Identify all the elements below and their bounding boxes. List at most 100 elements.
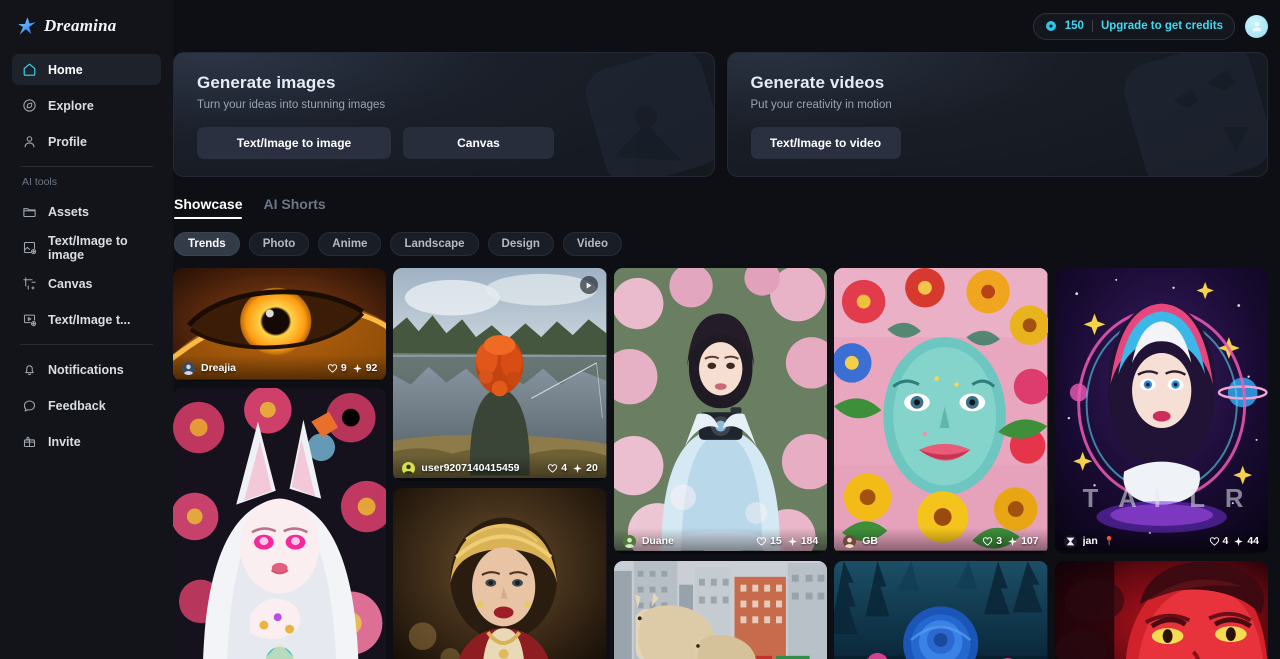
sidebar-item-explore[interactable]: Explore xyxy=(12,90,161,121)
tile-username[interactable]: user9207140415459 xyxy=(421,462,519,474)
sparks-stat[interactable]: 44 xyxy=(1233,535,1259,547)
section-tabs: Showcase AI Shorts xyxy=(173,196,1268,219)
sidebar-item-invite[interactable]: Invite xyxy=(12,426,161,457)
showcase-gallery: Dreajia 9 92 user9207140415459 4 20 Duan… xyxy=(173,268,1268,659)
blue-rose-forest-artwork xyxy=(834,561,1048,659)
likes-stat[interactable]: 4 xyxy=(547,462,567,474)
likes-stat[interactable]: 15 xyxy=(756,535,782,547)
video-plus-icon xyxy=(23,314,37,327)
sidebar-group-label: AI tools xyxy=(22,176,58,188)
camera-girl-peonies-artwork xyxy=(613,268,828,551)
avatar xyxy=(402,461,416,475)
renaissance-woman-artwork xyxy=(393,488,607,659)
sidebar-item-label: Feedback xyxy=(48,398,106,413)
play-video-button[interactable] xyxy=(579,276,598,294)
upgrade-credits-link[interactable]: Upgrade to get credits xyxy=(1101,20,1223,32)
tile-footer: user9207140415459 4 20 xyxy=(393,455,607,481)
tile-username[interactable]: GB xyxy=(862,535,878,547)
gallery-tile-blue-rose-forest[interactable] xyxy=(834,561,1048,659)
likes-stat[interactable]: 3 xyxy=(982,535,1002,547)
lake-red-hair-artwork xyxy=(393,268,607,479)
sidebar-item-assets[interactable]: Assets xyxy=(12,196,161,227)
sparks-count: 107 xyxy=(1021,535,1039,547)
likes-count: 3 xyxy=(996,535,1003,547)
sidebar-item-profile[interactable]: Profile xyxy=(12,126,161,157)
heart-icon xyxy=(327,363,337,373)
video-decoration-icon xyxy=(1124,53,1268,176)
chip-photo[interactable]: Photo xyxy=(248,232,310,256)
text-image-to-image-button[interactable]: Text/Image to image xyxy=(197,127,391,159)
gallery-column: TAILR jan 📍 4 44 xyxy=(1054,268,1268,659)
sidebar-item-label: Assets xyxy=(48,204,89,219)
gallery-tile-golden-eye[interactable]: Dreajia 9 92 xyxy=(173,268,387,381)
svg-text:L: L xyxy=(1189,485,1205,513)
sparks-count: 92 xyxy=(365,362,378,374)
red-demon-artwork xyxy=(1054,561,1268,659)
text-image-to-video-button[interactable]: Text/Image to video xyxy=(750,127,901,159)
sidebar-item-notifications[interactable]: Notifications xyxy=(12,354,161,385)
sparks-count: 44 xyxy=(1247,535,1260,547)
sidebar-item-label: Text/Image t... xyxy=(48,312,131,327)
chip-video[interactable]: Video xyxy=(562,232,622,256)
sparks-stat[interactable]: 184 xyxy=(787,535,819,547)
tile-username[interactable]: Dreajia xyxy=(201,362,236,374)
image-plus-icon xyxy=(23,241,37,255)
bell-icon xyxy=(25,365,34,376)
svg-text:T: T xyxy=(1082,485,1098,513)
chip-design[interactable]: Design xyxy=(487,232,554,256)
main-area: 150 Upgrade to get credits Generate imag… xyxy=(173,0,1280,659)
sidebar-item-label: Explore xyxy=(48,98,94,113)
gallery-tile-neon-girl-space[interactable]: TAILR jan 📍 4 44 xyxy=(1054,268,1268,554)
svg-text:I: I xyxy=(1153,485,1160,513)
gallery-tile-lake-red-hair[interactable]: user9207140415459 4 20 xyxy=(393,268,607,481)
chip-trends[interactable]: Trends xyxy=(174,232,240,256)
sidebar-item-canvas[interactable]: Canvas xyxy=(12,268,161,299)
tile-username[interactable]: jan xyxy=(1083,535,1098,547)
home-icon xyxy=(23,63,36,76)
gallery-column: Duane 15 184 xyxy=(613,268,828,659)
tab-showcase[interactable]: Showcase xyxy=(174,196,243,219)
sidebar-item-label: Canvas xyxy=(48,276,93,291)
gallery-tile-alpacas-city[interactable] xyxy=(613,561,828,659)
gallery-tile-fox-girl-flowers[interactable] xyxy=(173,388,387,659)
spark-icon xyxy=(1234,536,1243,546)
sparks-stat[interactable]: 92 xyxy=(352,362,378,374)
top-bar: 150 Upgrade to get credits xyxy=(173,0,1280,52)
heart-icon xyxy=(983,536,993,546)
likes-count: 15 xyxy=(770,535,782,547)
avatar xyxy=(843,534,857,548)
brand-name: Dreamina xyxy=(44,16,117,35)
gallery-column: Dreajia 9 92 xyxy=(173,268,387,659)
tab-ai-shorts[interactable]: AI Shorts xyxy=(263,196,325,219)
likes-stat[interactable]: 9 xyxy=(327,362,347,374)
gallery-tile-camera-girl-peonies[interactable]: Duane 15 184 xyxy=(613,268,828,554)
brand-logo[interactable]: Dreamina xyxy=(12,0,161,52)
sparks-count: 184 xyxy=(800,535,819,547)
sidebar-item-home[interactable]: Home xyxy=(12,54,161,85)
chip-landscape[interactable]: Landscape xyxy=(390,232,479,256)
sparks-stat[interactable]: 107 xyxy=(1007,535,1039,547)
tile-footer: Duane 15 184 xyxy=(613,528,828,554)
avatar[interactable] xyxy=(1245,14,1268,38)
sparks-stat[interactable]: 20 xyxy=(572,462,598,474)
heart-icon xyxy=(548,463,558,473)
sidebar-item-text-image-to-image[interactable]: Text/Image to image xyxy=(12,232,161,263)
gallery-tile-renaissance-woman[interactable] xyxy=(393,488,607,659)
likes-stat[interactable]: 4 xyxy=(1209,535,1229,547)
likes-count: 4 xyxy=(1222,535,1229,547)
sidebar-item-feedback[interactable]: Feedback xyxy=(12,390,161,421)
spark-icon xyxy=(353,363,362,373)
heart-icon xyxy=(1209,536,1219,546)
avatar xyxy=(1063,534,1077,548)
credits-badge[interactable]: 150 Upgrade to get credits xyxy=(1032,12,1235,40)
gallery-tile-red-demon[interactable] xyxy=(1054,561,1268,659)
canvas-button[interactable]: Canvas xyxy=(403,127,554,159)
tile-username[interactable]: Duane xyxy=(642,535,674,547)
gift-icon xyxy=(23,436,36,448)
gallery-tile-flower-face[interactable]: GB 3 107 xyxy=(834,268,1048,554)
chip-anime[interactable]: Anime xyxy=(318,232,382,256)
avatar xyxy=(182,361,195,375)
alpacas-city-artwork xyxy=(613,561,828,659)
generate-images-card: Generate images Turn your ideas into stu… xyxy=(173,52,715,177)
sidebar-item-text-image-to-video[interactable]: Text/Image t... xyxy=(12,304,161,335)
